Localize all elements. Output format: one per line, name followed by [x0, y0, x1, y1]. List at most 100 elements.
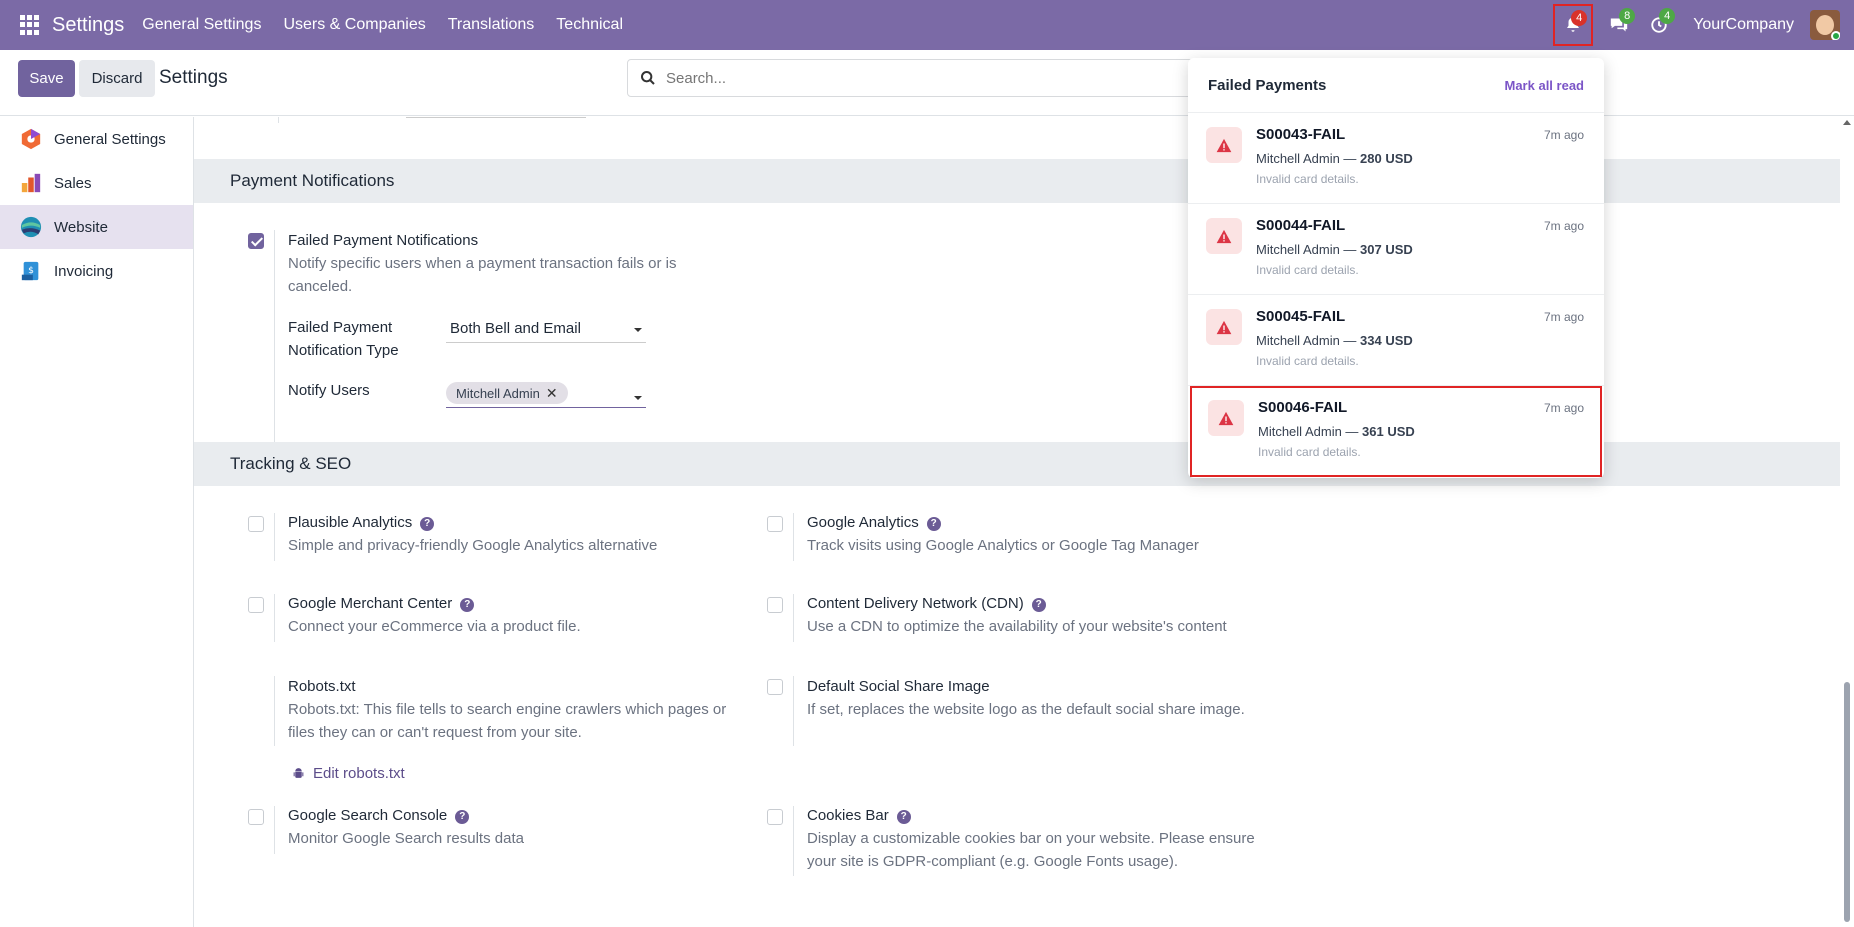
invoicing-icon: $	[21, 261, 39, 281]
notification-time: 7m ago	[1543, 310, 1584, 324]
save-button[interactable]: Save	[18, 60, 75, 97]
svg-text:$: $	[28, 265, 34, 276]
social-share-title: Default Social Share Image	[807, 678, 990, 695]
help-icon[interactable]: ?	[460, 597, 475, 612]
warning-icon	[1206, 309, 1242, 345]
chevron-down-icon	[634, 396, 642, 400]
top-navbar: Settings General Settings Users & Compan…	[0, 0, 1854, 50]
warning-icon	[1206, 218, 1242, 254]
notification-type-value: Both Bell and Email	[450, 320, 581, 337]
help-icon[interactable]: ?	[1031, 597, 1046, 612]
search-console-desc: Monitor Google Search results data	[288, 830, 524, 847]
social-share-checkbox[interactable]	[767, 679, 783, 695]
plausible-checkbox[interactable]	[248, 516, 264, 532]
notification-type-label: Failed Payment Notification Type	[288, 319, 399, 359]
merchant-center-title: Google Merchant Center?	[288, 595, 475, 612]
warning-icon	[1208, 400, 1244, 436]
google-analytics-title: Google Analytics?	[807, 514, 941, 531]
user-tag: Mitchell Admin ✕	[446, 382, 568, 404]
android-icon	[293, 768, 304, 778]
failed-payment-desc: Notify specific users when a payment tra…	[288, 255, 677, 295]
notify-users-label: Notify Users	[288, 382, 370, 399]
search-console-title: Google Search Console?	[288, 807, 470, 824]
notification-detail: Invalid card details.	[1258, 445, 1361, 459]
merchant-center-checkbox[interactable]	[248, 597, 264, 613]
sidebar-item-invoicing[interactable]: $ Invoicing	[0, 249, 193, 293]
messages-button[interactable]: 8	[1599, 4, 1639, 46]
merchant-center-desc: Connect your eCommerce via a product fil…	[288, 618, 581, 635]
navbar-right: 4 8 4 YourCompany	[1553, 0, 1854, 50]
notification-summary: Mitchell Admin — 361 USD	[1258, 424, 1415, 439]
sidebar-item-sales[interactable]: Sales	[0, 161, 193, 205]
notification-title: S00045-FAIL	[1256, 308, 1346, 325]
notification-time: 7m ago	[1543, 128, 1584, 142]
search-bar[interactable]	[627, 59, 1227, 97]
sidebar-item-website[interactable]: Website	[0, 205, 193, 249]
sidebar-item-general-settings[interactable]: General Settings	[0, 117, 193, 161]
edit-robots-label: Edit robots.txt	[313, 765, 405, 782]
notification-type-select[interactable]: Both Bell and Email	[446, 317, 646, 343]
app-brand[interactable]: Settings	[52, 14, 124, 37]
notification-time: 7m ago	[1543, 219, 1584, 233]
chevron-down-icon	[634, 328, 642, 332]
sidebar-item-label: Sales	[54, 174, 92, 192]
failed-payment-title: Failed Payment Notifications	[288, 232, 479, 249]
page-title: Settings	[159, 67, 228, 88]
notification-item[interactable]: S00045-FAIL 7m ago Mitchell Admin — 334 …	[1188, 295, 1604, 386]
plausible-desc: Simple and privacy-friendly Google Analy…	[288, 537, 658, 554]
help-icon[interactable]: ?	[896, 809, 911, 824]
google-analytics-desc: Track visits using Google Analytics or G…	[807, 537, 1199, 554]
remove-tag-icon[interactable]: ✕	[546, 385, 558, 402]
cookies-bar-title: Cookies Bar?	[807, 807, 911, 824]
search-console-checkbox[interactable]	[248, 809, 264, 825]
notification-title: S00046-FAIL	[1258, 399, 1348, 416]
notification-summary: Mitchell Admin — 307 USD	[1256, 242, 1413, 257]
help-icon[interactable]: ?	[455, 809, 470, 824]
messages-badge: 8	[1619, 8, 1636, 24]
settings-sidebar: General Settings Sales Website $ Invoici…	[0, 117, 194, 927]
plausible-title: Plausible Analytics?	[288, 514, 435, 531]
notification-time: 7m ago	[1543, 401, 1584, 415]
notification-item[interactable]: S00044-FAIL 7m ago Mitchell Admin — 307 …	[1188, 204, 1604, 295]
search-input[interactable]	[666, 69, 1166, 87]
edit-robots-link[interactable]: Edit robots.txt	[292, 765, 405, 782]
nav-technical[interactable]: Technical	[556, 16, 623, 34]
nav-general-settings[interactable]: General Settings	[142, 16, 261, 34]
general-settings-icon	[21, 128, 41, 150]
cookies-bar-checkbox[interactable]	[767, 809, 783, 825]
notification-item-selected[interactable]: S00046-FAIL 7m ago Mitchell Admin — 361 …	[1190, 386, 1602, 477]
mark-all-read-button[interactable]: Mark all read	[1505, 78, 1585, 93]
help-icon[interactable]: ?	[420, 516, 435, 531]
notification-title: S00044-FAIL	[1256, 217, 1346, 234]
nav-translations[interactable]: Translations	[448, 16, 535, 34]
cdn-checkbox[interactable]	[767, 597, 783, 613]
cdn-desc: Use a CDN to optimize the availability o…	[807, 618, 1227, 635]
bell-notification-button[interactable]: 4	[1553, 4, 1594, 46]
nav-users-companies[interactable]: Users & Companies	[283, 16, 425, 34]
notification-item[interactable]: S00043-FAIL 7m ago Mitchell Admin — 280 …	[1188, 113, 1604, 204]
help-icon[interactable]: ?	[926, 516, 941, 531]
scroll-up-icon[interactable]	[1843, 120, 1851, 125]
warning-icon	[1206, 127, 1242, 163]
notification-detail: Invalid card details.	[1256, 172, 1359, 186]
activities-badge: 4	[1659, 8, 1676, 24]
dropdown-title: Failed Payments	[1208, 76, 1327, 94]
sidebar-item-label: Website	[54, 218, 108, 236]
google-analytics-checkbox[interactable]	[767, 516, 783, 532]
robots-title: Robots.txt	[288, 678, 356, 695]
notification-title: S00043-FAIL	[1256, 126, 1346, 143]
notification-detail: Invalid card details.	[1256, 354, 1359, 368]
search-icon	[641, 71, 655, 85]
dropdown-header: Failed Payments Mark all read	[1188, 58, 1604, 113]
scrollbar-thumb[interactable]	[1844, 682, 1850, 922]
notify-users-field[interactable]: Mitchell Admin ✕	[446, 382, 646, 408]
company-switcher[interactable]: YourCompany	[1693, 16, 1794, 34]
cookies-bar-desc: Display a customizable cookies bar on yo…	[807, 830, 1255, 870]
user-avatar[interactable]	[1810, 10, 1840, 40]
sidebar-item-label: Invoicing	[54, 262, 114, 280]
apps-menu-icon[interactable]	[20, 15, 40, 35]
discard-button[interactable]: Discard	[79, 60, 155, 97]
failed-payment-checkbox[interactable]	[248, 233, 264, 249]
activities-button[interactable]: 4	[1639, 4, 1679, 46]
robots-desc: Robots.txt: This file tells to search en…	[288, 701, 727, 741]
